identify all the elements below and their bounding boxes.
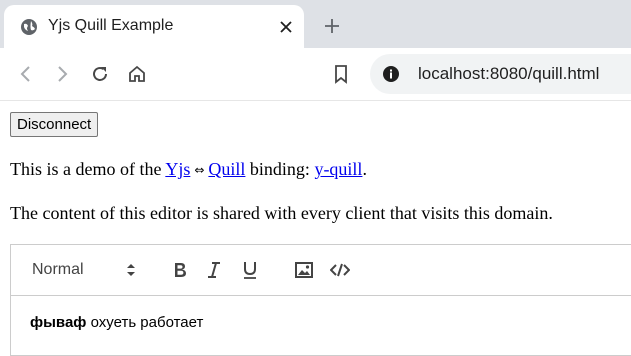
tab-title: Yjs Quill Example: [48, 17, 174, 34]
disconnect-button[interactable]: Disconnect: [10, 112, 99, 137]
code-icon[interactable]: [329, 259, 351, 281]
close-icon[interactable]: [276, 17, 296, 37]
plain-text: охуеть работает: [86, 314, 204, 331]
bold-text: фываф: [30, 314, 87, 331]
bookmark-icon[interactable]: [329, 62, 353, 86]
back-arrow-icon[interactable]: [14, 62, 38, 86]
url-text: localhost:8080/quill.html: [418, 64, 600, 83]
bidirectional-arrow: ⇔: [194, 163, 205, 177]
intro-suffix: .: [362, 159, 367, 179]
heading-select[interactable]: Normal: [32, 261, 84, 279]
globe-icon: [21, 19, 37, 35]
reload-icon[interactable]: [88, 62, 112, 86]
home-icon[interactable]: [125, 62, 149, 86]
browser-toolbar: localhost:8080/quill.html: [0, 48, 631, 101]
plus-icon[interactable]: [320, 14, 344, 38]
underline-icon[interactable]: [239, 259, 261, 281]
page-content: Disconnect This is a demo of the Yjs ⇔ Qui…: [0, 101, 631, 356]
intro-paragraph: This is a demo of the Yjs ⇔ Quill binding:…: [10, 158, 367, 181]
y-quill-link[interactable]: y-quill: [314, 159, 362, 179]
intro-prefix: This is a demo of the: [10, 159, 162, 179]
browser-tab[interactable]: Yjs Quill Example: [4, 5, 304, 48]
yjs-link[interactable]: Yjs: [165, 159, 190, 179]
editor-line: фываф охуеть работает: [30, 314, 203, 331]
forward-arrow-icon[interactable]: [50, 62, 74, 86]
intro-middle: binding:: [249, 159, 310, 179]
editor-area[interactable]: фываф охуеть работает: [10, 296, 631, 356]
select-arrows-icon[interactable]: [125, 261, 137, 279]
info-icon[interactable]: [382, 65, 400, 83]
quill-link[interactable]: Quill: [208, 159, 245, 179]
editor-toolbar: Normal: [10, 244, 631, 296]
shared-note: The content of this editor is shared wit…: [10, 203, 553, 223]
tab-strip: Yjs Quill Example: [0, 0, 631, 48]
image-icon[interactable]: [293, 259, 315, 281]
italic-icon[interactable]: [203, 259, 225, 281]
address-bar[interactable]: localhost:8080/quill.html: [370, 54, 631, 94]
bold-icon[interactable]: [169, 259, 191, 281]
